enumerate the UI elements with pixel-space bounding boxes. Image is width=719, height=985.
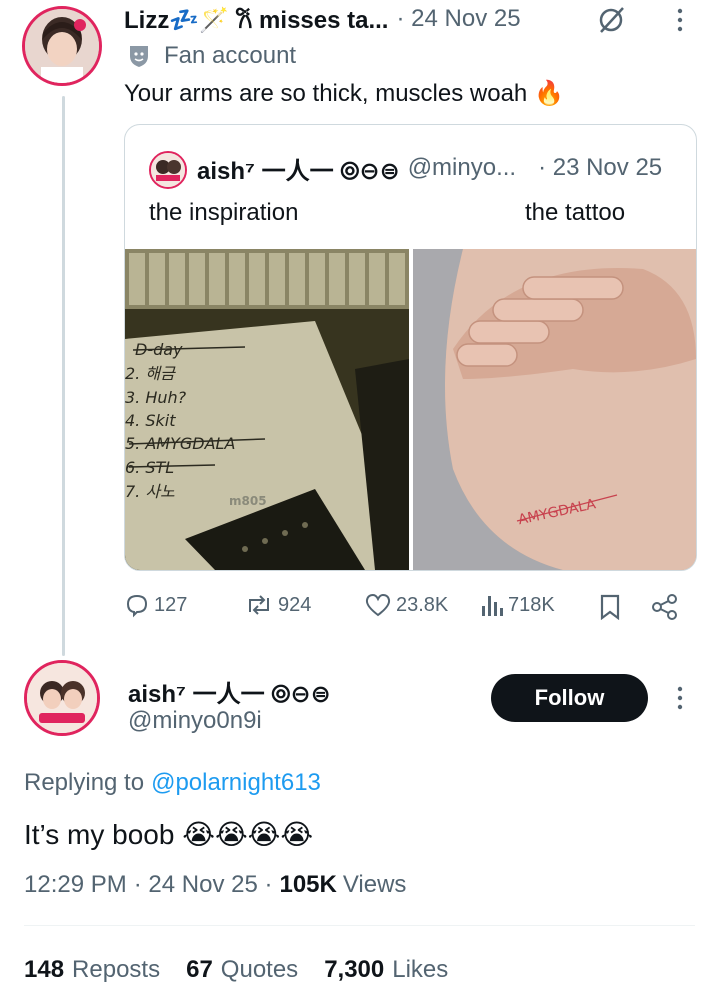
quotes-count: 67: [186, 956, 213, 983]
quoted-image-tattoo[interactable]: AMYGDALA: [413, 249, 696, 570]
repost-count: 924: [278, 593, 312, 616]
fan-account-label: Fan account: [164, 42, 297, 69]
likes-count: 7,300: [324, 956, 385, 983]
likes-label: Likes: [392, 956, 449, 983]
reposts-count: 148: [24, 956, 65, 983]
setlist-line: 3. Huh?: [125, 388, 187, 407]
reply-icon: [124, 592, 150, 618]
reposts-stat[interactable]: 148 Reposts: [24, 956, 160, 984]
heart-icon: [364, 592, 392, 618]
quoted-display-name[interactable]: aish⁷ 一人一 ⦾⊖⊜: [197, 151, 400, 186]
share-icon[interactable]: [650, 593, 680, 621]
mixer-brand-text: m805: [229, 494, 267, 508]
quoted-text-left: the inspiration: [149, 199, 299, 226]
tweet-date[interactable]: · 24 Nov 25: [396, 5, 520, 33]
avatar[interactable]: [24, 660, 100, 736]
follow-button[interactable]: Follow: [491, 674, 648, 722]
thread-connector-line: [62, 96, 65, 656]
views-icon: [480, 592, 504, 618]
divider: [24, 925, 695, 926]
quotes-label: Quotes: [220, 956, 299, 983]
setlist-line: 4. Skit: [125, 411, 176, 430]
views-label: Views: [342, 871, 407, 898]
reply-count: 127: [154, 593, 188, 616]
quoted-avatar[interactable]: [149, 151, 187, 189]
replying-to-handle[interactable]: @polarnight613: [151, 769, 321, 797]
main-handle[interactable]: @minyo0n9i: [128, 707, 262, 735]
more-options-icon[interactable]: [674, 685, 686, 711]
quoted-text-right: the tattoo: [525, 199, 626, 226]
like-count: 23.8K: [396, 593, 449, 616]
reposts-label: Reposts: [72, 956, 161, 983]
tweet-date[interactable]: · 24 Nov 25 ·: [134, 871, 273, 899]
replying-to-label: Replying to: [24, 769, 145, 796]
main-tweet-text: It’s my boob 😭😭😭😭: [24, 819, 314, 850]
likes-stat[interactable]: 7,300 Likes: [324, 956, 448, 984]
grok-icon[interactable]: [596, 5, 626, 35]
quotes-stat[interactable]: 67 Quotes: [186, 956, 298, 984]
more-options-icon[interactable]: [674, 7, 686, 33]
bookmark-icon[interactable]: [598, 594, 622, 620]
quoted-handle[interactable]: @minyo...: [408, 154, 516, 182]
views-button[interactable]: 718K: [480, 592, 555, 618]
main-display-name[interactable]: aish⁷ 一人一 ⦾⊖⊜: [128, 674, 331, 709]
quoted-date[interactable]: · 23 Nov 25: [538, 154, 662, 182]
tweet-time[interactable]: 12:29 PM: [24, 871, 127, 899]
setlist-line: 2. 해금: [125, 364, 176, 383]
views-count: 105K: [279, 871, 337, 898]
fan-account-icon: [128, 44, 150, 68]
repost-button[interactable]: 924: [244, 592, 311, 618]
setlist-line: 7. 사노: [125, 482, 175, 501]
quoted-tweet-card[interactable]: aish⁷ 一人一 ⦾⊖⊜ @minyo... · 23 Nov 25 the …: [124, 124, 697, 571]
reply-button[interactable]: 127: [124, 592, 187, 618]
tweet-text: Your arms are so thick, muscles woah 🔥: [124, 80, 564, 107]
avatar[interactable]: [22, 6, 102, 86]
repost-icon: [244, 592, 274, 618]
views-count: 718K: [508, 593, 555, 616]
like-button[interactable]: 23.8K: [364, 592, 448, 618]
author-display-name[interactable]: Lizz💤🪄 𐙚 misses ta...: [124, 3, 388, 36]
quoted-image-setlist[interactable]: D-day 2. 해금 3. Huh? 4. Skit 5. AMYGDALA …: [125, 249, 409, 570]
